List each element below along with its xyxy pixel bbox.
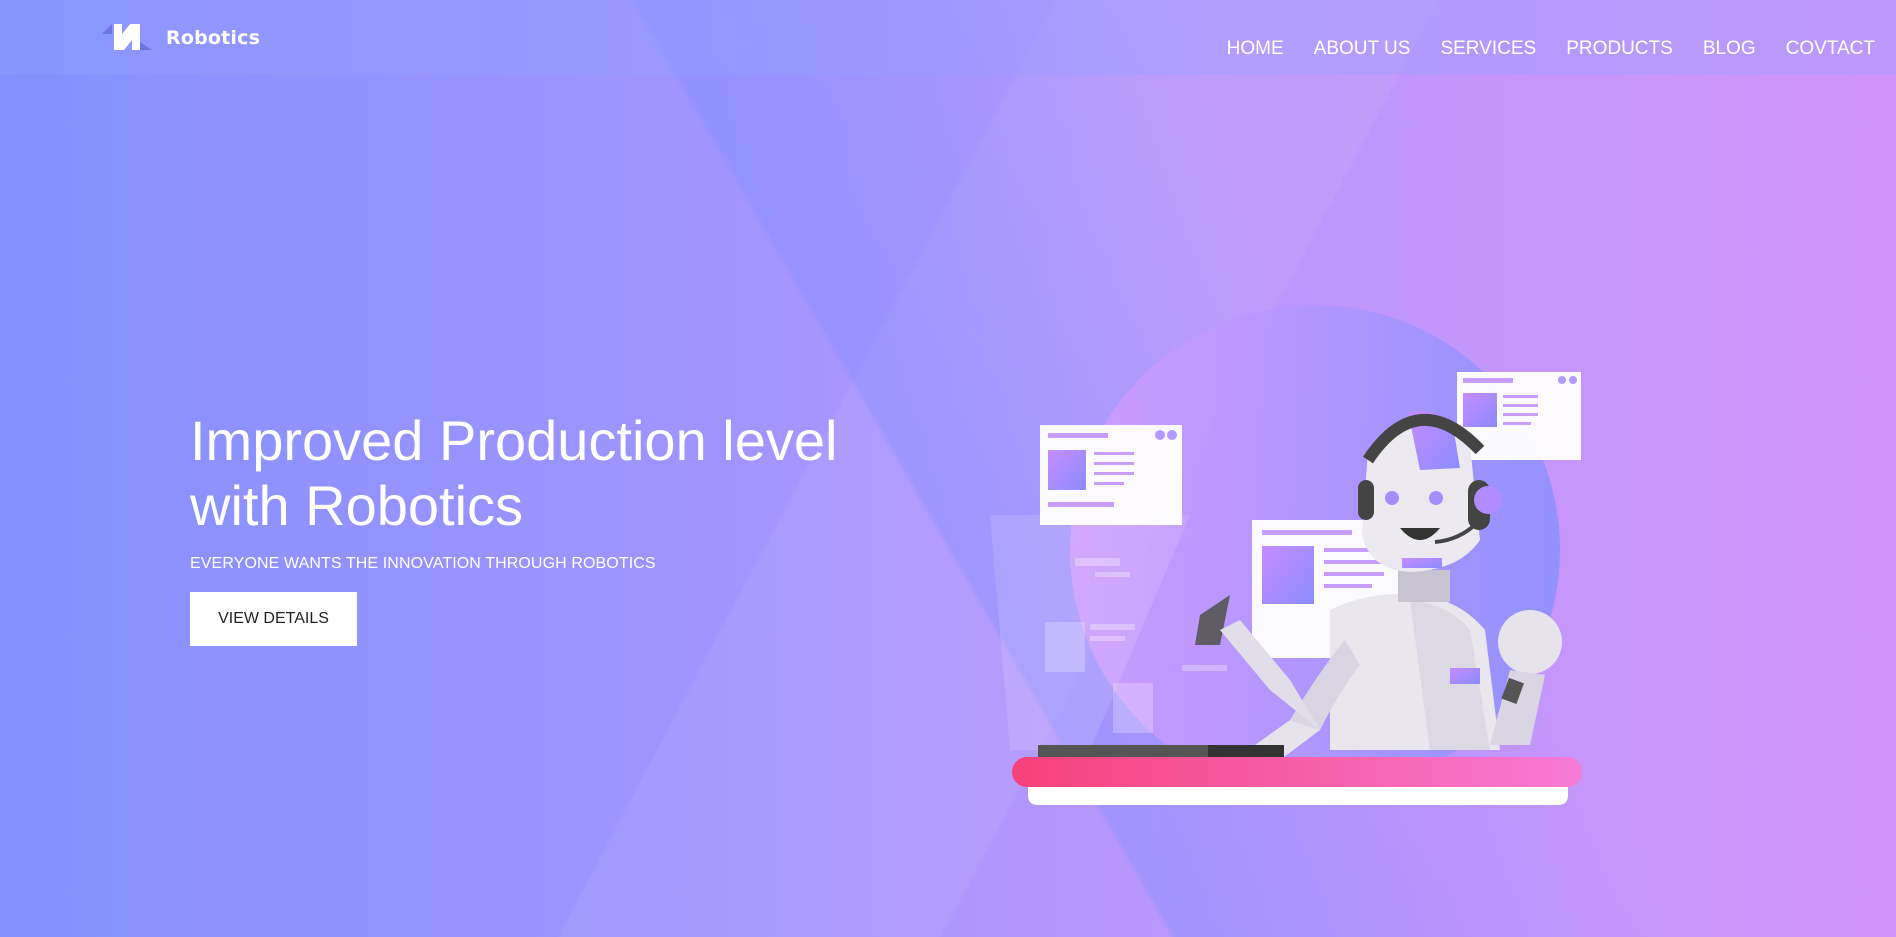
nav-home[interactable]: HOME xyxy=(1227,38,1284,60)
hero-title: Improved Production level with Robotics xyxy=(190,408,890,538)
view-details-button[interactable]: VIEW DETAILS xyxy=(190,592,357,646)
brand-name: Robotics xyxy=(166,27,261,49)
robotics-logo-icon xyxy=(102,24,152,50)
robot-support-illustration xyxy=(990,305,1582,805)
nav-services[interactable]: SERVICES xyxy=(1440,38,1536,60)
hero-title-line-2: with Robotics xyxy=(190,474,524,537)
desk-top xyxy=(1012,757,1582,787)
site-header: Robotics HOME ABOUT US SERVICES PRODUCTS… xyxy=(0,0,1896,75)
desk-base xyxy=(1028,787,1568,805)
nav-about-us[interactable]: ABOUT US xyxy=(1314,38,1411,60)
logo[interactable]: Robotics xyxy=(100,22,260,54)
nav-blog[interactable]: BLOG xyxy=(1703,38,1756,60)
window-card-left xyxy=(1040,425,1182,525)
hero-title-line-1: Improved Production level xyxy=(190,409,838,472)
hero-subtitle: EVERYONE WANTS THE INNOVATION THROUGH RO… xyxy=(190,555,656,572)
nav-products[interactable]: PRODUCTS xyxy=(1566,38,1673,60)
nav-contact[interactable]: COVTACT xyxy=(1786,38,1875,60)
main-nav: HOME ABOUT US SERVICES PRODUCTS BLOG COV… xyxy=(1197,38,1875,60)
